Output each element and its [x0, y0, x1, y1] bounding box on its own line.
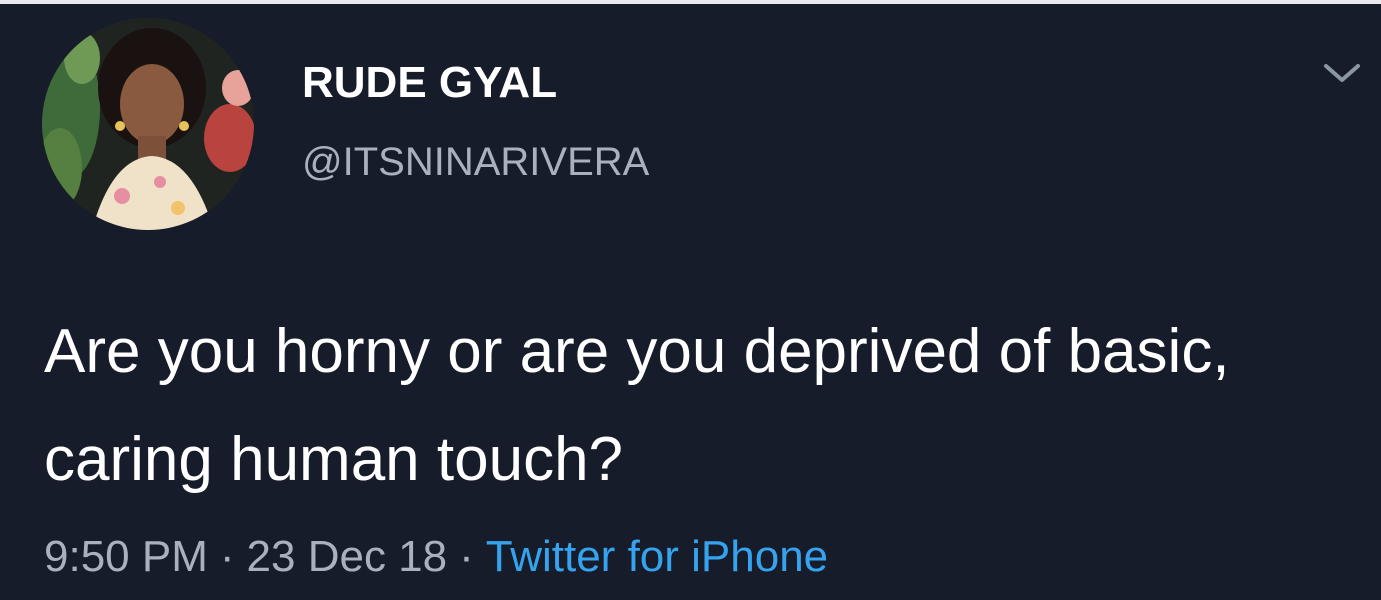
tweet-date[interactable]: 23 Dec 18: [247, 532, 448, 581]
user-handle[interactable]: @ITSNINARIVERA: [302, 140, 649, 185]
avatar-image: [42, 18, 254, 230]
meta-separator: ·: [219, 532, 235, 581]
display-name[interactable]: RUDE GYAL: [302, 58, 557, 108]
tweet-time[interactable]: 9:50 PM: [44, 532, 208, 581]
tweet-text: Are you horny or are you deprived of bas…: [44, 317, 1230, 494]
chevron-down-icon[interactable]: [1320, 58, 1364, 88]
tweet-card: RUDE GYAL @ITSNINARIVERA Are you horny o…: [0, 0, 1381, 600]
meta-separator: ·: [459, 532, 474, 581]
tweet-source-link[interactable]: Twitter for iPhone: [486, 532, 828, 581]
tweet-meta: 9:50 PM · 23 Dec 18 · Twitter for iPhone: [44, 532, 828, 582]
top-divider: [0, 0, 1381, 4]
avatar[interactable]: [42, 18, 254, 230]
